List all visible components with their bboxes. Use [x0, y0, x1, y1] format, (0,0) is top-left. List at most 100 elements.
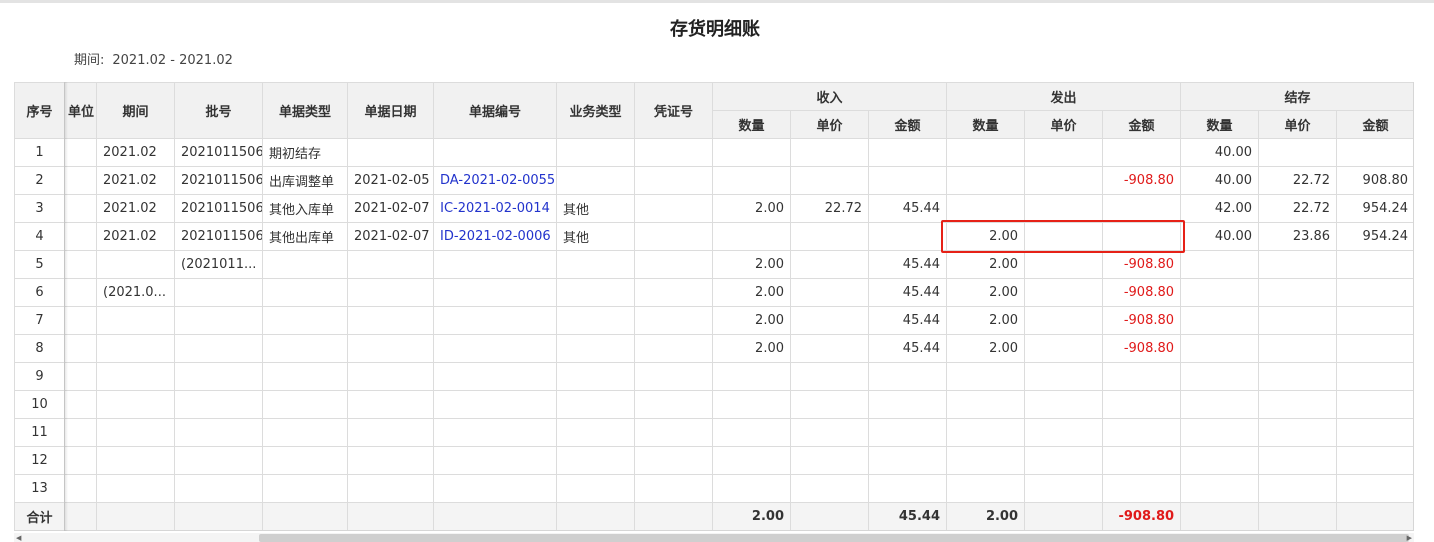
cell-doc-no[interactable]	[433, 474, 557, 503]
cell-doc-type	[262, 250, 348, 279]
table-row[interactable]: 4 2021.02 2021011506 其他出库单 2021-02-07 ID-2021…	[14, 222, 1413, 251]
cell-doc-no[interactable]	[433, 250, 557, 279]
total-in-qty: 2.00	[712, 502, 791, 530]
header-biz-type[interactable]: 业务类型	[556, 82, 635, 139]
cell-in-amt	[867, 222, 948, 251]
cell-doc-no[interactable]: DA-2021-02-0055	[433, 166, 557, 195]
cell-out-qty: 2.00	[946, 278, 1026, 307]
cell-doc-date: 2021-02-05	[347, 166, 434, 195]
table-row[interactable]: 11	[14, 418, 1413, 447]
cell-batch	[174, 278, 263, 307]
cell-out-price	[1024, 222, 1104, 251]
cell-doc-no[interactable]: ID-2021-02-0006	[433, 222, 557, 251]
cell-in-amt	[867, 362, 948, 391]
cell-batch: 2021011506	[174, 194, 263, 223]
cell-doc-date	[347, 390, 434, 419]
cell-in-qty	[712, 446, 791, 475]
cell-batch	[174, 474, 263, 503]
header-bal-price[interactable]: 单价	[1258, 110, 1338, 139]
table-row[interactable]: 10	[14, 390, 1413, 419]
cell-in-price	[790, 278, 869, 307]
cell-in-amt	[867, 166, 948, 195]
cell-doc-date	[347, 418, 434, 447]
cell-voucher	[634, 194, 713, 223]
cell-period	[96, 418, 175, 447]
cell-unit	[64, 166, 97, 195]
header-seq[interactable]: 序号	[14, 82, 65, 139]
cell-voucher	[634, 278, 713, 307]
table-row[interactable]: 2 2021.02 2021011506 出库调整单 2021-02-05 DA-2021…	[14, 166, 1413, 195]
cell-in-price	[790, 166, 869, 195]
cell-in-amt: 45.44	[867, 306, 948, 335]
cell-in-amt: 45.44	[867, 334, 948, 363]
cell-in-qty	[712, 222, 791, 251]
cell-doc-type	[262, 334, 348, 363]
header-out-qty[interactable]: 数量	[946, 110, 1026, 139]
cell-voucher	[634, 418, 713, 447]
table-row[interactable]: 13	[14, 474, 1413, 503]
header-bal-amount[interactable]: 金额	[1336, 110, 1413, 139]
table-row[interactable]: 3 2021.02 2021011506 其他入库单 2021-02-07 IC-2021…	[14, 194, 1413, 223]
table-row[interactable]: 6 (2021.0... 2.00 45.44 2.00 -908.80	[14, 278, 1413, 307]
scrollbar-thumb[interactable]	[259, 534, 1409, 542]
cell-bal-price: 23.86	[1258, 222, 1338, 251]
cell-biz-type	[556, 362, 635, 391]
header-batch[interactable]: 批号	[174, 82, 263, 139]
cell-batch	[174, 334, 263, 363]
cell-in-price	[790, 138, 869, 167]
cell-bal-qty: 42.00	[1180, 194, 1260, 223]
cell-doc-date	[347, 446, 434, 475]
cell-doc-no[interactable]	[433, 334, 557, 363]
cell-out-price	[1024, 278, 1104, 307]
total-out-qty: 2.00	[946, 502, 1026, 530]
header-in-price[interactable]: 单价	[790, 110, 869, 139]
cell-period	[96, 306, 175, 335]
header-voucher[interactable]: 凭证号	[634, 82, 713, 139]
cell-doc-type	[262, 278, 348, 307]
header-in-amount[interactable]: 金额	[867, 110, 948, 139]
header-out-amount[interactable]: 金额	[1102, 110, 1182, 139]
cell-voucher	[634, 334, 713, 363]
top-divider	[0, 0, 1434, 3]
horizontal-scrollbar[interactable]: ◀ ▶	[14, 533, 1414, 542]
table-row[interactable]: 12	[14, 446, 1413, 475]
cell-doc-no[interactable]	[433, 138, 557, 167]
header-unit[interactable]: 单位	[64, 82, 97, 139]
cell-doc-no[interactable]	[433, 278, 557, 307]
table-row[interactable]: 1 2021.02 2021011506 期初结存 40.00	[14, 138, 1413, 167]
header-doc-type[interactable]: 单据类型	[262, 82, 348, 139]
scroll-left-arrow-icon[interactable]: ◀	[16, 534, 21, 542]
period-label: 期间:	[74, 53, 105, 68]
header-doc-date[interactable]: 单据日期	[347, 82, 434, 139]
cell-doc-no[interactable]: IC-2021-02-0014	[433, 194, 557, 223]
scroll-right-arrow-icon[interactable]: ▶	[1407, 534, 1412, 542]
table-row[interactable]: 9	[14, 362, 1413, 391]
table-row[interactable]: 7 2.00 45.44 2.00 -908.80	[14, 306, 1413, 335]
cell-doc-no[interactable]	[433, 362, 557, 391]
header-out-price[interactable]: 单价	[1024, 110, 1104, 139]
cell-in-qty	[712, 166, 791, 195]
cell-unit	[64, 362, 97, 391]
cell-bal-price	[1258, 250, 1338, 279]
cell-doc-no[interactable]	[433, 390, 557, 419]
header-period[interactable]: 期间	[96, 82, 175, 139]
header-bal-qty[interactable]: 数量	[1180, 110, 1260, 139]
cell-doc-no[interactable]	[433, 306, 557, 335]
table-row[interactable]: 5 (2021011... 2.00 45.44 2.00 -908.80	[14, 250, 1413, 279]
cell-doc-date	[347, 278, 434, 307]
table-row[interactable]: 8 2.00 45.44 2.00 -908.80	[14, 334, 1413, 363]
cell-in-price	[790, 474, 869, 503]
cell-biz-type	[556, 278, 635, 307]
cell-voucher	[634, 250, 713, 279]
cell-doc-no[interactable]	[433, 446, 557, 475]
cell-period	[96, 334, 175, 363]
cell-in-amt	[867, 418, 948, 447]
header-doc-no[interactable]: 单据编号	[433, 82, 557, 139]
cell-doc-no[interactable]	[433, 418, 557, 447]
cell-voucher	[634, 390, 713, 419]
cell-in-price	[790, 362, 869, 391]
cell-in-qty	[712, 390, 791, 419]
cell-doc-date	[347, 362, 434, 391]
header-in-qty[interactable]: 数量	[712, 110, 791, 139]
total-unit	[64, 502, 97, 530]
